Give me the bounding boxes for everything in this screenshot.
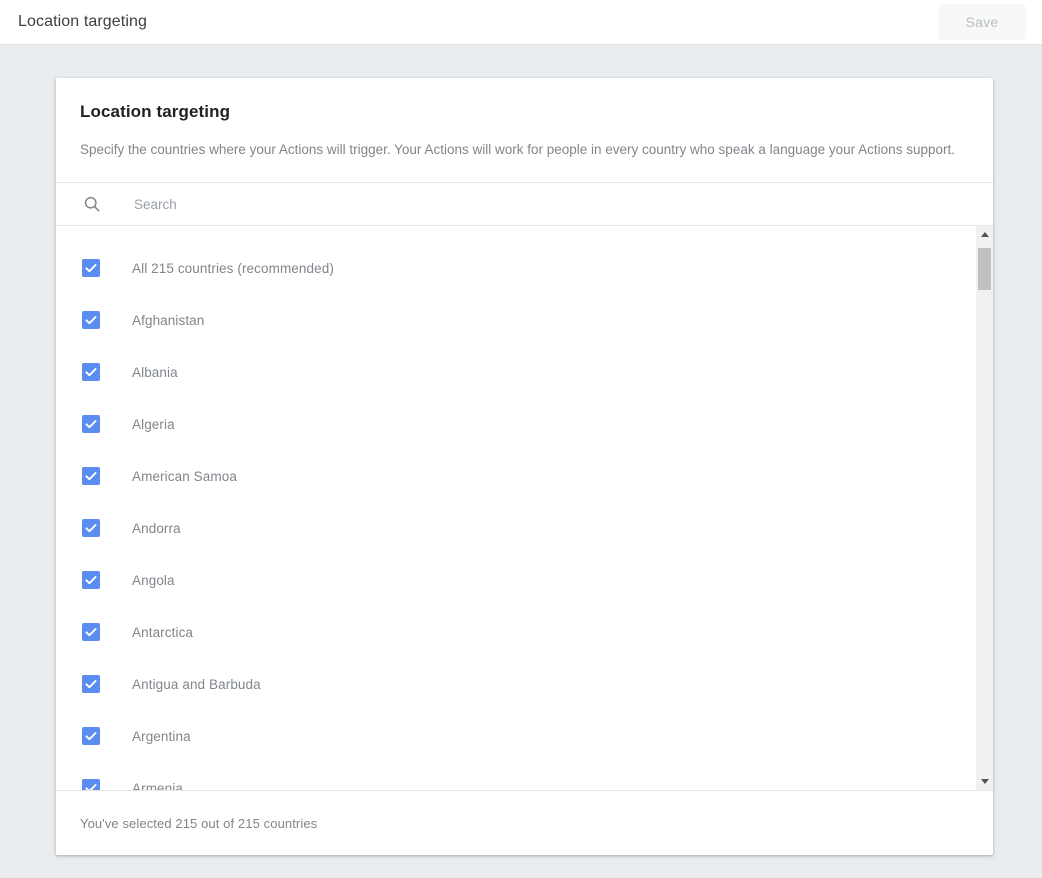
list-item-label: Antigua and Barbuda bbox=[132, 677, 261, 692]
list-item[interactable]: Andorra bbox=[56, 502, 975, 554]
page-title: Location targeting bbox=[18, 13, 147, 31]
list-item[interactable]: Argentina bbox=[56, 710, 975, 762]
chevron-down-icon bbox=[981, 779, 989, 784]
checkbox-checked[interactable] bbox=[82, 727, 100, 745]
checkbox-checked[interactable] bbox=[82, 571, 100, 589]
list-item-label: Algeria bbox=[132, 417, 175, 432]
location-targeting-card: Location targeting Specify the countries… bbox=[56, 78, 993, 855]
card-description: Specify the countries where your Actions… bbox=[80, 140, 960, 160]
checkbox-checked[interactable] bbox=[82, 675, 100, 693]
check-icon bbox=[83, 728, 99, 744]
scroll-up-button[interactable] bbox=[976, 226, 993, 243]
list-item[interactable]: Angola bbox=[56, 554, 975, 606]
check-icon bbox=[83, 312, 99, 328]
check-icon bbox=[83, 520, 99, 536]
checkbox-checked[interactable] bbox=[82, 259, 100, 277]
country-list[interactable]: All 215 countries (recommended) Afghanist… bbox=[56, 226, 975, 790]
list-item-label: All 215 countries (recommended) bbox=[132, 261, 334, 276]
list-item-label: Armenia bbox=[132, 781, 183, 791]
list-item-label: Andorra bbox=[132, 521, 181, 536]
card-footer: You've selected 215 out of 215 countries bbox=[56, 790, 993, 855]
check-icon bbox=[83, 624, 99, 640]
checkbox-checked[interactable] bbox=[82, 779, 100, 790]
checkbox-checked[interactable] bbox=[82, 623, 100, 641]
check-icon bbox=[83, 364, 99, 380]
checkbox-checked[interactable] bbox=[82, 415, 100, 433]
search-icon bbox=[82, 194, 102, 214]
check-icon bbox=[83, 468, 99, 484]
list-item[interactable]: All 215 countries (recommended) bbox=[56, 242, 975, 294]
page-content: Location targeting Specify the countries… bbox=[0, 45, 1042, 878]
scrollbar-thumb[interactable] bbox=[978, 248, 991, 290]
list-item[interactable]: Albania bbox=[56, 346, 975, 398]
check-icon bbox=[83, 416, 99, 432]
list-item-label: Argentina bbox=[132, 729, 191, 744]
list-item[interactable]: Antarctica bbox=[56, 606, 975, 658]
checkbox-checked[interactable] bbox=[82, 363, 100, 381]
scroll-down-button[interactable] bbox=[976, 773, 993, 790]
country-list-region: All 215 countries (recommended) Afghanist… bbox=[56, 226, 993, 790]
card-title: Location targeting bbox=[80, 102, 969, 122]
check-icon bbox=[83, 780, 99, 790]
check-icon bbox=[83, 676, 99, 692]
check-icon bbox=[83, 260, 99, 276]
card-header: Location targeting Specify the countries… bbox=[56, 78, 993, 182]
list-item-label: Antarctica bbox=[132, 625, 193, 640]
checkbox-checked[interactable] bbox=[82, 519, 100, 537]
chevron-up-icon bbox=[981, 232, 989, 237]
list-item-label: Albania bbox=[132, 365, 178, 380]
list-item[interactable]: Afghanistan bbox=[56, 294, 975, 346]
checkbox-checked[interactable] bbox=[82, 467, 100, 485]
check-icon bbox=[83, 572, 99, 588]
list-item[interactable]: American Samoa bbox=[56, 450, 975, 502]
list-scrollbar[interactable] bbox=[975, 226, 993, 790]
list-item[interactable]: Armenia bbox=[56, 762, 975, 790]
list-item-label: Afghanistan bbox=[132, 313, 204, 328]
list-item[interactable]: Antigua and Barbuda bbox=[56, 658, 975, 710]
search-input[interactable] bbox=[134, 183, 993, 225]
save-button[interactable]: Save bbox=[938, 4, 1026, 40]
checkbox-checked[interactable] bbox=[82, 311, 100, 329]
search-row[interactable] bbox=[56, 182, 993, 226]
list-item-label: American Samoa bbox=[132, 469, 237, 484]
selection-status: You've selected 215 out of 215 countries bbox=[80, 816, 317, 831]
list-item[interactable]: Algeria bbox=[56, 398, 975, 450]
app-bar: Location targeting Save bbox=[0, 0, 1042, 45]
list-item-label: Angola bbox=[132, 573, 175, 588]
